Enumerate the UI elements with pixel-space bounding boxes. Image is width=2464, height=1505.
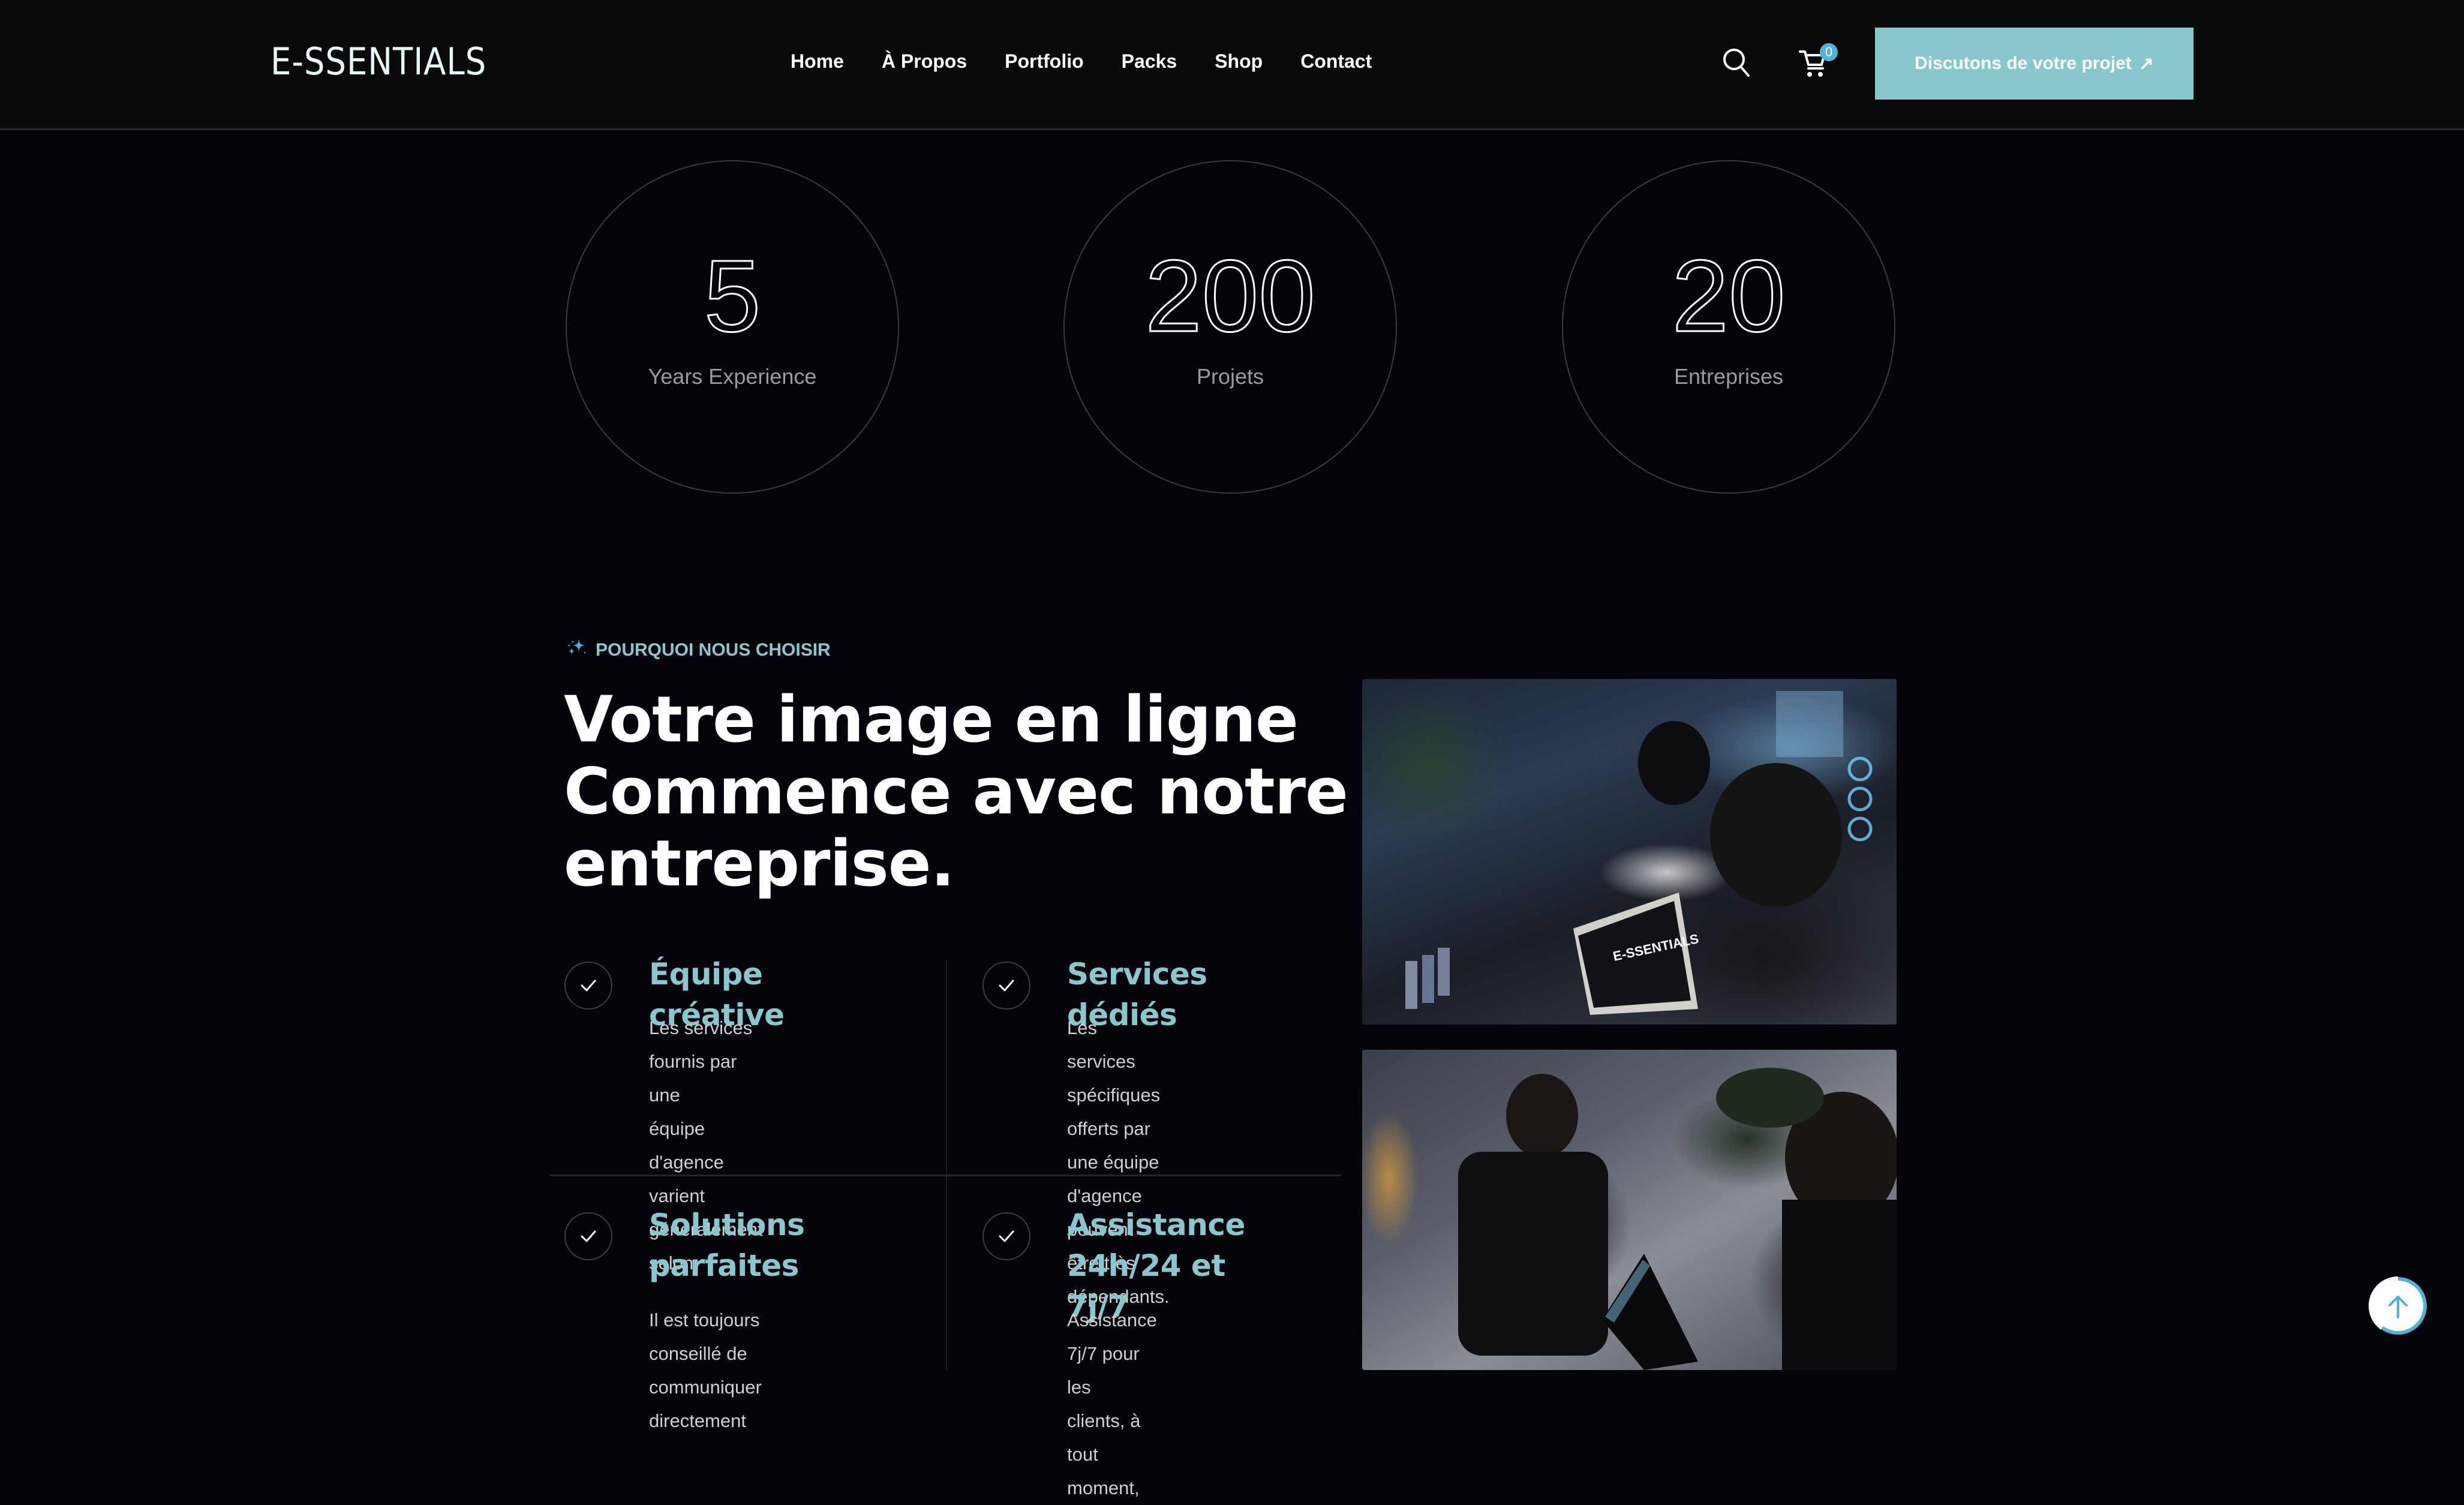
stat-label: Projets: [1196, 364, 1264, 389]
check-icon: [982, 1212, 1030, 1260]
nav-a-propos[interactable]: À Propos: [882, 50, 967, 73]
feature-description: Assistance 7j/7 pour les clients, à tout…: [1067, 1309, 1157, 1498]
search-icon[interactable]: [1721, 47, 1753, 78]
section-tagline: POURQUOI NOUS CHOISIR: [566, 637, 831, 663]
site-header: E-SSENTIALS Home À Propos Portfolio Pack…: [0, 0, 2464, 130]
arrow-up-right-icon: ↗: [2138, 53, 2154, 74]
stat-projects: 200 Projets: [1063, 160, 1397, 494]
tagline-text: POURQUOI NOUS CHOISIR: [596, 640, 831, 660]
check-icon: [982, 962, 1030, 1010]
heading-line: Commence avec notre: [564, 755, 1348, 828]
cart-count-badge: 0: [1820, 43, 1838, 61]
check-icon: [564, 1212, 612, 1260]
team-photo-laptop: E-SSENTIALS: [1362, 679, 1897, 1025]
stat-value: 20: [1671, 239, 1786, 353]
scroll-to-top-button[interactable]: [2368, 1276, 2428, 1336]
main-nav: Home À Propos Portfolio Packs Shop Conta…: [791, 50, 1372, 73]
nav-home[interactable]: Home: [791, 50, 844, 73]
sparkle-icon: [566, 637, 587, 663]
team-photo-two-laptops: [1362, 1050, 1897, 1370]
nav-shop[interactable]: Shop: [1215, 50, 1263, 73]
feature-description: Il est toujours conseillé de communiquer…: [649, 1309, 762, 1431]
heading-line: entreprise.: [564, 827, 955, 900]
stat-companies: 20 Entreprises: [1562, 160, 1895, 494]
feature-title: Solutions parfaites: [649, 1207, 805, 1283]
discuss-project-button[interactable]: Discutons de votre projet ↗: [1875, 28, 2193, 100]
nav-contact[interactable]: Contact: [1300, 50, 1372, 73]
logo[interactable]: E-SSENTIALS: [271, 40, 486, 83]
stat-label: Years Experience: [648, 364, 817, 389]
feature-divider-vertical: [946, 960, 947, 1370]
stat-value: 5: [703, 239, 762, 353]
stat-label: Entreprises: [1673, 364, 1784, 389]
stat-years: 5 Years Experience: [566, 160, 899, 494]
check-icon: [564, 962, 612, 1010]
cta-label: Discutons de votre projet: [1915, 53, 2132, 73]
heading-line: Votre image en ligne: [564, 683, 1299, 756]
nav-packs[interactable]: Packs: [1122, 50, 1177, 73]
stat-value: 200: [1144, 239, 1317, 353]
nav-portfolio[interactable]: Portfolio: [1005, 50, 1084, 73]
section-heading: Votre image en ligne Commence avec notre…: [564, 683, 1348, 900]
